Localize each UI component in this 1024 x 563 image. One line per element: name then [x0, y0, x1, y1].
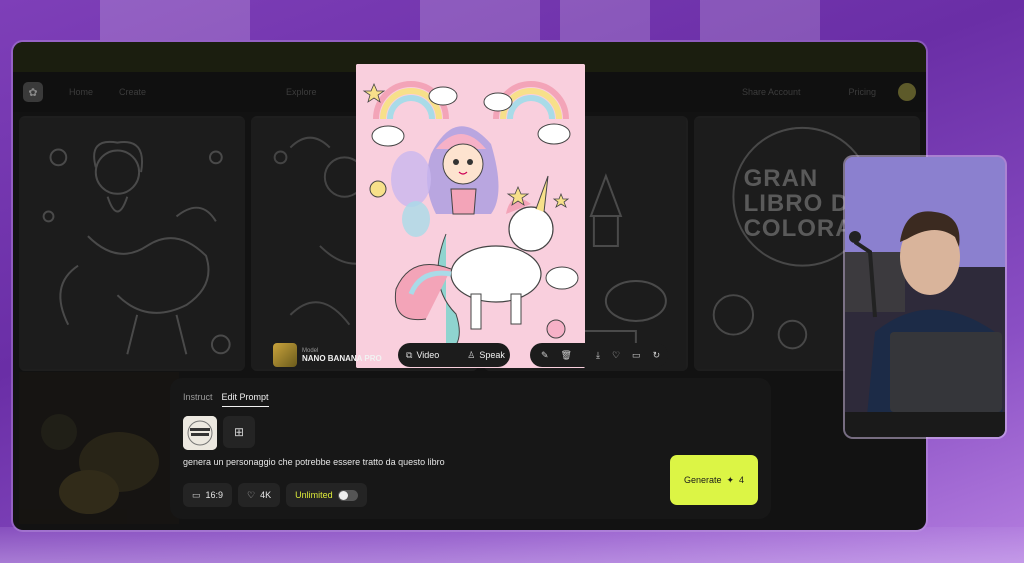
prompt-input[interactable]: genera un personaggio che potrebbe esser… [183, 457, 445, 467]
background-artwork [19, 372, 179, 524]
image-tools: ✎ 🗑 ⤓ ♡ ▭ ↻ [530, 343, 668, 367]
generate-cost: 4 [739, 475, 745, 485]
prompt-options: ▭ 16:9 ♡ 4K Unlimited [183, 483, 367, 507]
webcam-overlay [845, 157, 1005, 437]
generated-image-preview[interactable] [356, 64, 585, 368]
nav-item-create[interactable]: Create [119, 87, 146, 97]
video-icon: ⧉ [406, 349, 413, 360]
resolution-value: 4K [260, 490, 272, 500]
nav-item-share-account[interactable]: Share Account [742, 87, 801, 97]
video-label: Video [416, 350, 440, 360]
sparkle-icon: ✦ [726, 474, 735, 485]
media-actions: ⧉ Video ♙ Speak [398, 343, 510, 367]
coloring-mermaid-image [19, 117, 246, 370]
unlimited-label: Unlimited [295, 490, 333, 500]
model-badge[interactable]: Model NANO BANANA PRO [273, 343, 382, 367]
folder-icon[interactable]: ▭ [632, 350, 641, 361]
background-band [420, 0, 540, 40]
model-thumbnail [273, 343, 297, 367]
tab-edit-prompt[interactable]: Edit Prompt [221, 392, 269, 407]
ratio-selector[interactable]: ▭ 16:9 [183, 483, 233, 507]
background-glow [0, 527, 1024, 563]
resolution-icon: ♡ [247, 489, 256, 500]
unicorn-mermaid-image [356, 64, 585, 368]
background-band [700, 0, 820, 40]
nav-item-explore[interactable]: Explore [286, 87, 317, 97]
unlimited-toggle[interactable]: Unlimited [286, 483, 367, 507]
background-band [100, 0, 250, 40]
speak-label: Speak [479, 350, 505, 360]
generate-button[interactable]: Generate ✦ 4 [670, 455, 758, 505]
nav-right: Share Account Pricing [716, 83, 916, 101]
tab-instruct[interactable]: Instruct [183, 392, 213, 407]
prompt-tabs: Instruct Edit Prompt [183, 392, 269, 407]
generate-label: Generate [683, 475, 722, 485]
toggle-switch[interactable] [337, 489, 358, 501]
resolution-selector[interactable]: ♡ 4K [238, 483, 281, 507]
trash-icon[interactable]: 🗑 [561, 350, 572, 361]
video-button[interactable]: ⧉ Video [406, 350, 439, 361]
heart-icon[interactable]: ♡ [612, 350, 620, 361]
logo-icon[interactable]: ✿ [23, 82, 43, 102]
background-band [560, 0, 650, 40]
model-name: NANO BANANA PRO [302, 353, 382, 363]
presenter-video [845, 157, 1005, 437]
ratio-value: 16:9 [205, 490, 224, 500]
download-icon[interactable]: ⤓ [596, 350, 600, 361]
reference-image-thumbnail[interactable] [183, 416, 217, 450]
gallery-card[interactable] [19, 116, 246, 371]
ratio-icon: ▭ [192, 489, 201, 500]
image-add-icon[interactable]: ⊞ [223, 416, 255, 448]
nav-item-pricing[interactable]: Pricing [848, 87, 876, 97]
nav-item-home[interactable]: Home [69, 87, 93, 97]
speak-icon: ♙ [467, 349, 476, 360]
brush-icon[interactable]: ✎ [541, 350, 549, 361]
prompt-panel: Instruct Edit Prompt ⊞ genera un persona… [170, 378, 771, 519]
avatar[interactable] [898, 83, 916, 101]
book-cover-title: GRAN LIBRO D COLORA [743, 165, 854, 242]
speak-button[interactable]: ♙ Speak [467, 350, 505, 361]
share-icon[interactable]: ↻ [653, 350, 661, 361]
